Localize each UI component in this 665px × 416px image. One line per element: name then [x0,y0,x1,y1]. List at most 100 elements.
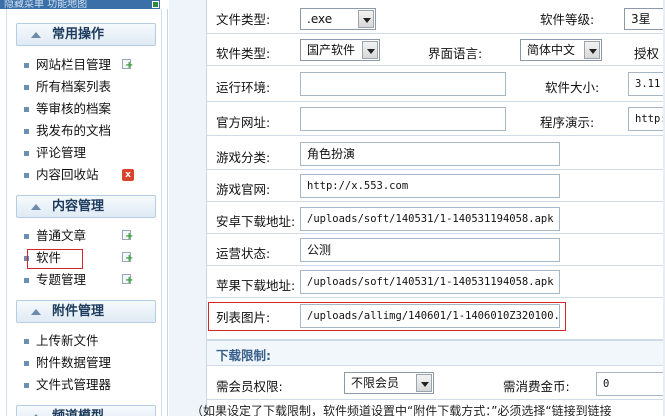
collapse-arrow-icon [31,204,41,210]
row-game-site: 游戏官网: http://x.553.com [207,170,665,202]
member-permission-label: 需会员权限: [216,379,283,394]
download-note: （如果设定了下载限制，软件频道设置中“附件下载方式：”必须选择“链接到链接 [191,404,612,416]
add-software-icon[interactable]: + [122,252,133,264]
section-title: 内容管理 [52,199,105,214]
ui-language-label: 界面语言: [428,46,483,61]
bullet-icon [24,85,29,90]
sidebar-item-label: 专题管理 [36,272,87,287]
ui-language-select[interactable]: 简体中文 [520,39,602,61]
bullet-icon [24,361,29,366]
ui-language-select-value: 简体中文 [527,43,576,57]
software-type-label: 软件类型: [216,46,271,61]
row-official-site: 官方网址: 程序演示: http: [207,102,665,136]
main-content: 文件类型: .exe 软件等级: 3星 软件类型: 国产软件 界面语言: 简体中… [169,0,665,416]
apple-url-label: 苹果下载地址: [216,278,296,293]
add-topic-icon[interactable]: + [122,274,133,286]
row-android-url: 安卓下载地址: /uploads/soft/140531/1-140531194… [207,202,665,234]
bullet-icon [24,383,29,388]
row-software-type: 软件类型: 国产软件 界面语言: 简体中文 授权 [207,34,665,66]
file-type-label: 文件类型: [216,12,271,27]
section-title: 频道模型 [52,406,104,416]
sidebar-item-label: 内容回收站 [36,167,99,182]
row-file-type: 文件类型: .exe 软件等级: 3星 [207,0,665,34]
sidebar-item-label: 所有档案列表 [36,79,112,94]
row-runtime: 运行环境: 软件大小: 3.11 [207,66,665,102]
bullet-icon [24,63,29,68]
row-apple-url: 苹果下载地址: /uploads/soft/140531/1-140531194… [207,266,665,298]
bullet-icon [24,278,29,283]
bullet-icon [24,129,29,134]
top-toolbar-text[interactable]: 隐藏菜单 功能地图 [4,0,87,9]
chevron-down-icon [362,41,378,59]
top-toolbar: 隐藏菜单 功能地图 [0,0,160,9]
add-icon[interactable]: + [122,59,133,71]
game-site-label: 游戏官网: [216,182,271,197]
sidebar-item-label: 附件数据管理 [36,355,112,370]
runtime-input[interactable] [300,72,506,96]
software-type-select-value: 国产软件 [307,43,356,57]
file-type-select[interactable]: .exe [300,8,376,30]
software-level-select[interactable]: 3星 [624,8,665,30]
license-label: 授权 [634,46,660,61]
operation-status-input[interactable]: 公测 [300,238,560,262]
software-size-input[interactable]: 3.11 [628,72,665,96]
android-url-input[interactable]: /uploads/soft/140531/1-140531194058.apk [300,207,560,231]
software-level-select-value: 3星 [631,12,651,26]
empty-recycle-icon[interactable]: x [122,169,134,181]
sidebar: 常用操作 网站栏目管理 + 所有档案列表 等审核的档案 我发布的文档 评论管理 … [0,9,168,416]
section-header-channel-model[interactable]: 频道模型 [16,405,156,416]
add-article-icon[interactable]: + [122,230,133,242]
row-operation-status: 运营状态: 公测 [207,234,665,266]
bullet-icon [24,173,29,178]
sidebar-item-label: 我发布的文档 [36,123,112,138]
toolbar-icons [152,0,160,9]
sidebar-item-label: 评论管理 [36,145,87,160]
green-icon[interactable] [152,1,159,8]
chevron-down-icon [584,41,600,59]
runtime-label: 运行环境: [216,80,271,95]
file-type-select-value: .exe [307,12,333,26]
official-site-input[interactable] [300,107,506,131]
sidebar-item-label: 上传新文件 [36,333,99,348]
game-site-input[interactable]: http://x.553.com [300,174,560,198]
download-limit-title: 下载限制: [216,348,271,363]
section-header-attachment-manage[interactable]: 附件管理 [16,300,156,323]
row-game-category: 游戏分类: 角色扮演 [207,136,665,170]
section-header-content-manage[interactable]: 内容管理 [16,195,156,218]
official-site-label: 官方网址: [216,115,271,130]
software-type-select[interactable]: 国产软件 [300,39,380,61]
bullet-icon [24,339,29,344]
game-category-label: 游戏分类: [216,150,271,165]
sidebar-item-label: 网站栏目管理 [36,57,112,72]
collapse-arrow-icon [31,32,41,38]
apple-url-input[interactable]: /uploads/soft/140531/1-140531194058.apk [300,270,560,294]
row-member-permission: 需会员权限: 不限会员 需消费金币: 0 [207,366,665,400]
operation-status-label: 运营状态: [216,246,271,261]
section-title: 附件管理 [52,304,105,319]
highlight-box [27,249,83,269]
chevron-down-icon [416,374,432,392]
chevron-down-icon [358,10,374,28]
gutter-strip [169,0,207,416]
software-size-label: 软件大小: [545,80,600,95]
software-form: 文件类型: .exe 软件等级: 3星 软件类型: 国产软件 界面语言: 简体中… [207,0,665,416]
coin-cost-label: 需消费金币: [503,379,570,394]
sidebar-item-label: 文件式管理器 [36,377,112,392]
member-permission-select-value: 不限会员 [351,376,400,390]
highlight-box [208,302,566,331]
collapse-arrow-icon [31,309,41,315]
section-title: 常用操作 [52,27,105,42]
member-permission-select[interactable]: 不限会员 [344,372,434,394]
sidebar-item-label: 等审核的档案 [36,101,112,116]
section-header-common-ops[interactable]: 常用操作 [16,23,156,46]
sidebar-item-label: 普通文章 [36,228,87,243]
coin-cost-input[interactable]: 0 [596,372,665,396]
bullet-icon [24,234,29,239]
demo-input[interactable]: http: [628,107,665,131]
software-level-label: 软件等级: [540,12,595,27]
demo-label: 程序演示: [540,115,595,130]
download-limit-header: 下载限制: [207,340,665,366]
game-category-input[interactable]: 角色扮演 [300,142,560,166]
bullet-icon [24,151,29,156]
android-url-label: 安卓下载地址: [216,214,296,229]
